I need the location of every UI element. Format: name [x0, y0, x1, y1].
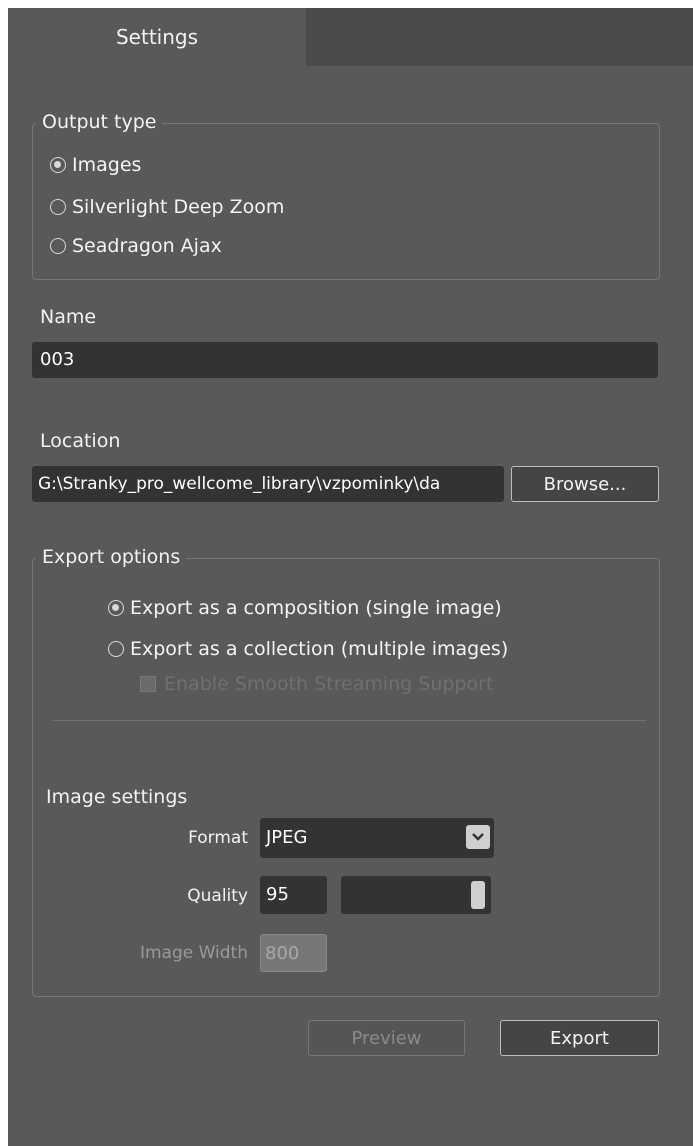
- quality-slider[interactable]: [341, 876, 491, 914]
- radio-images-indicator[interactable]: [50, 157, 66, 173]
- image-width-label: Image Width: [139, 943, 248, 963]
- radio-seadragon-label: Seadragon Ajax: [72, 235, 222, 257]
- quality-label: Quality: [187, 886, 248, 906]
- output-type-legend: Output type: [36, 110, 163, 134]
- radio-collection-label: Export as a collection (multiple images): [130, 638, 509, 660]
- name-label: Name: [40, 306, 97, 328]
- radio-images[interactable]: Images: [50, 154, 141, 176]
- smooth-streaming-checkbox-row[interactable]: Enable Smooth Streaming Support: [140, 664, 493, 704]
- radio-export-composition[interactable]: Export as a composition (single image): [108, 597, 502, 619]
- export-options-divider: [52, 720, 646, 721]
- smooth-streaming-label: Enable Smooth Streaming Support: [164, 673, 494, 695]
- browse-button[interactable]: Browse...: [511, 466, 659, 502]
- export-options-group: [32, 558, 660, 997]
- chevron-down-icon[interactable]: [466, 825, 490, 849]
- image-settings-heading: Image settings: [46, 786, 188, 808]
- radio-composition-indicator[interactable]: [108, 600, 124, 616]
- radio-silverlight-label: Silverlight Deep Zoom: [72, 196, 285, 218]
- radio-composition-label: Export as a composition (single image): [130, 597, 502, 619]
- export-options-legend: Export options: [36, 545, 187, 569]
- image-width-input[interactable]: 800: [260, 934, 327, 972]
- name-input[interactable]: 003: [32, 342, 658, 378]
- smooth-streaming-checkbox[interactable]: [140, 676, 156, 692]
- format-label: Format: [188, 828, 248, 848]
- radio-images-label: Images: [72, 154, 142, 176]
- tab-strip: Settings: [8, 8, 693, 66]
- export-button[interactable]: Export: [500, 1020, 659, 1056]
- radio-seadragon-ajax[interactable]: Seadragon Ajax: [50, 235, 222, 257]
- radio-silverlight-indicator[interactable]: [50, 199, 66, 215]
- location-label: Location: [40, 430, 121, 452]
- radio-collection-indicator[interactable]: [108, 641, 124, 657]
- radio-silverlight-deep-zoom[interactable]: Silverlight Deep Zoom: [50, 196, 284, 218]
- location-input[interactable]: G:\Stranky_pro_wellcome_library\vzpomink…: [32, 466, 504, 502]
- preview-button[interactable]: Preview: [308, 1020, 465, 1056]
- tab-settings[interactable]: Settings: [8, 8, 306, 66]
- quality-slider-handle[interactable]: [471, 881, 485, 909]
- quality-input[interactable]: 95: [260, 876, 327, 914]
- export-settings-panel: Settings Output type Images Silverlight …: [8, 8, 693, 1146]
- radio-seadragon-indicator[interactable]: [50, 238, 66, 254]
- format-select-value: JPEG: [266, 827, 308, 848]
- format-select[interactable]: JPEG: [260, 818, 494, 858]
- radio-export-collection[interactable]: Export as a collection (multiple images): [108, 638, 508, 660]
